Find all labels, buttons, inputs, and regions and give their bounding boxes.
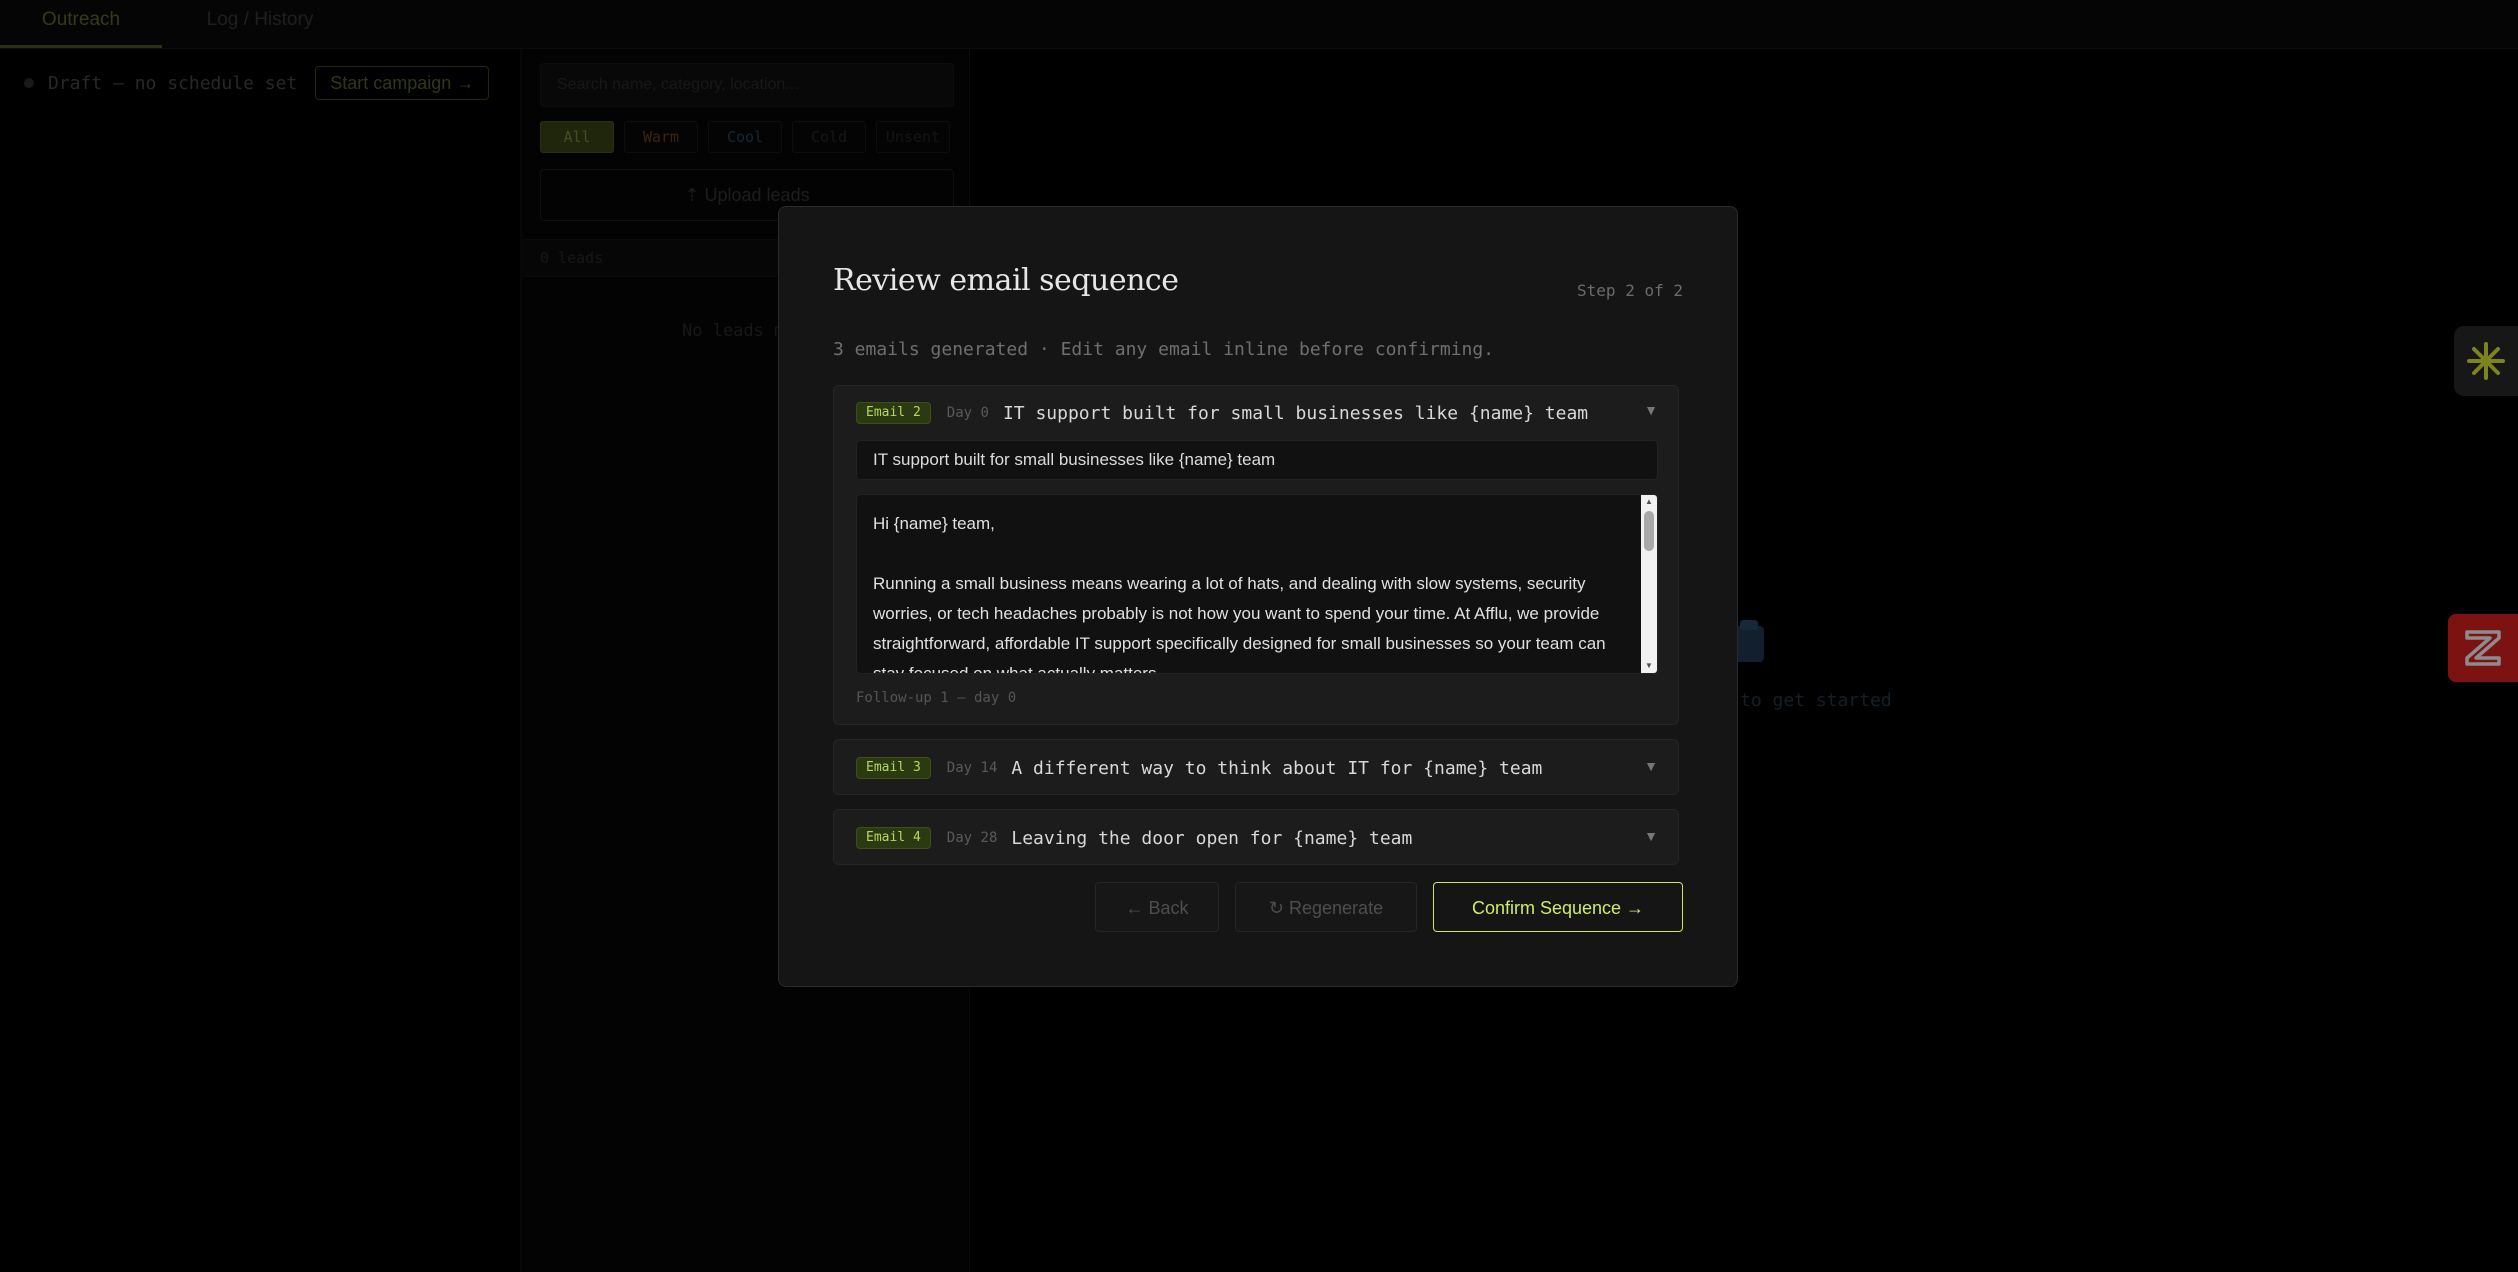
email-card-4[interactable]: Email 4 Day 28 Leaving the door open for…	[833, 809, 1679, 865]
email-body-text: Hi {name} team, Running a small business…	[873, 509, 1633, 674]
scroll-up-icon[interactable]: ▲	[1641, 495, 1657, 509]
email-badge: Email 4	[856, 827, 931, 849]
email-body-greeting: Hi {name} team,	[873, 514, 995, 533]
modal-subtitle: 3 emails generated · Edit any email inli…	[833, 339, 1495, 360]
review-sequence-modal: Review email sequence Step 2 of 2 3 emai…	[778, 206, 1738, 987]
email-card-3[interactable]: Email 3 Day 14 A different way to think …	[833, 739, 1679, 795]
email-badge: Email 3	[856, 757, 931, 779]
email-card-2: Email 2 Day 0 IT support built for small…	[833, 385, 1679, 725]
email-card-header[interactable]: Email 3 Day 14 A different way to think …	[856, 755, 1542, 781]
email-day: Day 14	[946, 760, 998, 776]
email-subject-title: A different way to think about IT for {n…	[1011, 757, 1543, 779]
email-body-paragraph: Running a small business means wearing a…	[873, 574, 1606, 674]
email-day: Day 28	[946, 830, 998, 846]
regenerate-button[interactable]: ↻ Regenerate	[1235, 882, 1417, 932]
followup-label: Follow-up 1 — day 0	[856, 690, 1017, 706]
email-card-header[interactable]: Email 4 Day 28 Leaving the door open for…	[856, 825, 1412, 851]
email-card-header[interactable]: Email 2 Day 0 IT support built for small…	[856, 400, 1588, 426]
scroll-thumb[interactable]	[1644, 511, 1654, 551]
modal-title: Review email sequence	[833, 263, 1179, 298]
confirm-sequence-button[interactable]: Confirm Sequence →	[1433, 882, 1683, 932]
chevron-down-icon[interactable]: ▼	[1644, 828, 1658, 844]
body-scrollbar[interactable]: ▲ ▼	[1641, 495, 1657, 673]
email-body-textarea[interactable]: Hi {name} team, Running a small business…	[856, 494, 1658, 674]
chevron-down-icon[interactable]: ▼	[1644, 402, 1658, 418]
back-button[interactable]: ← Back	[1095, 882, 1219, 932]
email-subject-input[interactable]: IT support built for small businesses li…	[856, 440, 1658, 480]
email-subject-title: IT support built for small businesses li…	[1002, 402, 1589, 424]
email-badge: Email 2	[856, 402, 931, 424]
scroll-down-icon[interactable]: ▼	[1641, 659, 1657, 673]
step-indicator: Step 2 of 2	[1577, 281, 1683, 300]
chevron-down-icon[interactable]: ▼	[1644, 758, 1658, 774]
email-day: Day 0	[946, 405, 989, 421]
email-subject-title: Leaving the door open for {name} team	[1011, 827, 1413, 849]
